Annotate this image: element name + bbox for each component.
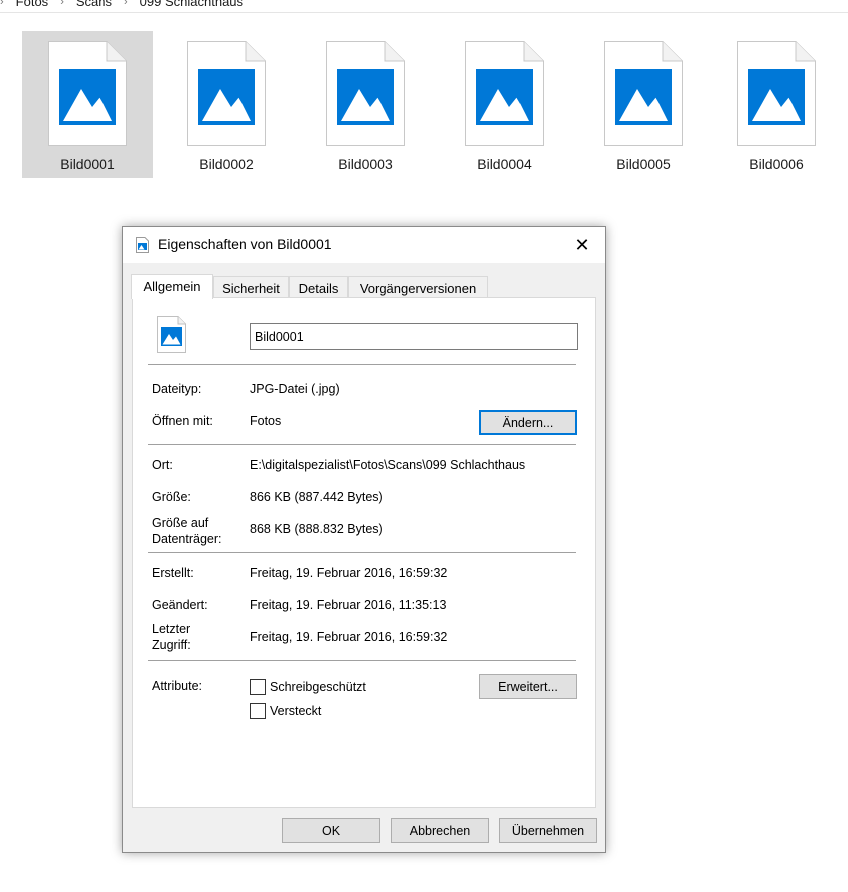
breadcrumb: › Fotos › Scans › 099 Schlachthaus xyxy=(0,0,848,13)
dialog-titlebar[interactable]: Eigenschaften von Bild0001 ✕ xyxy=(123,227,605,263)
schreibgeschuetzt-option[interactable]: Schreibgeschützt xyxy=(250,679,366,695)
letzter-label: Letzter xyxy=(152,622,191,636)
properties-dialog: Eigenschaften von Bild0001 ✕ Allgemein S… xyxy=(122,226,606,853)
ort-label: Ort: xyxy=(152,458,173,472)
dateityp-label: Dateityp: xyxy=(152,382,202,396)
file-name-input[interactable] xyxy=(250,323,578,350)
chevron-right-icon: › xyxy=(0,0,4,8)
close-icon[interactable]: ✕ xyxy=(559,227,605,263)
erstellt-label: Erstellt: xyxy=(152,566,194,580)
attribute-label: Attribute: xyxy=(152,679,203,693)
erweitert-button[interactable]: Erweitert... xyxy=(479,674,577,699)
groesse-auf-value: 868 KB (888.832 Bytes) xyxy=(250,522,383,536)
versteckt-label: Versteckt xyxy=(270,704,322,718)
image-file-icon xyxy=(136,237,149,253)
image-file-icon xyxy=(465,41,544,146)
versteckt-checkbox[interactable] xyxy=(250,703,266,719)
image-file-icon xyxy=(604,41,683,146)
breadcrumb-item-scans[interactable]: Scans xyxy=(72,0,116,9)
tab-allgemein[interactable]: Allgemein xyxy=(131,274,213,299)
image-file-icon xyxy=(737,41,816,146)
file-name: Bild0005 xyxy=(616,156,671,172)
oeffnen-mit-label: Öffnen mit: xyxy=(152,414,213,428)
uebernehmen-button[interactable]: Übernehmen xyxy=(499,818,597,843)
general-tab-panel: Dateityp: JPG-Datei (.jpg) Öffnen mit: F… xyxy=(132,297,596,808)
chevron-right-icon: › xyxy=(60,0,64,8)
image-file-icon xyxy=(187,41,266,146)
divider xyxy=(148,552,576,553)
zugriff-label: Zugriff: xyxy=(152,638,191,652)
datentraeger-label: Datenträger: xyxy=(152,532,222,546)
image-file-icon xyxy=(157,316,186,353)
dateityp-value: JPG-Datei (.jpg) xyxy=(250,382,340,396)
ok-button[interactable]: OK xyxy=(282,818,380,843)
image-file-icon xyxy=(326,41,405,146)
groesse-label: Größe: xyxy=(152,490,191,504)
tab-vorgaengerversionen[interactable]: Vorgängerversionen xyxy=(348,276,488,298)
divider xyxy=(148,444,576,445)
file-name: Bild0006 xyxy=(749,156,804,172)
file-grid: Bild0001 Bild0002 Bild0003 Bild0004 Bild… xyxy=(22,31,842,179)
groesse-auf-label: Größe auf xyxy=(152,516,209,530)
schreibgeschuetzt-checkbox[interactable] xyxy=(250,679,266,695)
image-file-icon xyxy=(48,41,127,146)
geaendert-value: Freitag, 19. Februar 2016, 11:35:13 xyxy=(250,598,447,612)
divider xyxy=(148,660,576,661)
file-tile-bild0006[interactable]: Bild0006 xyxy=(711,31,842,178)
file-name: Bild0004 xyxy=(477,156,532,172)
ort-value: E:\digitalspezialist\Fotos\Scans\099 Sch… xyxy=(250,458,526,472)
file-tile-bild0004[interactable]: Bild0004 xyxy=(439,31,570,178)
geaendert-label: Geändert: xyxy=(152,598,208,612)
groesse-value: 866 KB (887.442 Bytes) xyxy=(250,490,383,504)
breadcrumb-item-schlachthaus[interactable]: 099 Schlachthaus xyxy=(136,0,247,9)
file-tile-bild0001[interactable]: Bild0001 xyxy=(22,31,153,178)
tab-sicherheit[interactable]: Sicherheit xyxy=(213,276,289,298)
file-tile-bild0003[interactable]: Bild0003 xyxy=(300,31,431,178)
breadcrumb-item-fotos[interactable]: Fotos xyxy=(12,0,53,9)
chevron-right-icon: › xyxy=(124,0,128,8)
aendern-button[interactable]: Ändern... xyxy=(479,410,577,435)
file-name: Bild0001 xyxy=(60,156,115,172)
dialog-title: Eigenschaften von Bild0001 xyxy=(158,236,332,252)
versteckt-option[interactable]: Versteckt xyxy=(250,703,321,719)
file-name: Bild0003 xyxy=(338,156,393,172)
file-tile-bild0002[interactable]: Bild0002 xyxy=(161,31,292,178)
letzter-zugriff-value: Freitag, 19. Februar 2016, 16:59:32 xyxy=(250,630,448,644)
file-name: Bild0002 xyxy=(199,156,254,172)
file-tile-bild0005[interactable]: Bild0005 xyxy=(578,31,709,178)
abbrechen-button[interactable]: Abbrechen xyxy=(391,818,489,843)
tab-details[interactable]: Details xyxy=(289,276,348,298)
divider xyxy=(148,364,576,365)
erstellt-value: Freitag, 19. Februar 2016, 16:59:32 xyxy=(250,566,448,580)
oeffnen-mit-value: Fotos xyxy=(250,414,282,428)
schreibgeschuetzt-label: Schreibgeschützt xyxy=(270,680,366,694)
